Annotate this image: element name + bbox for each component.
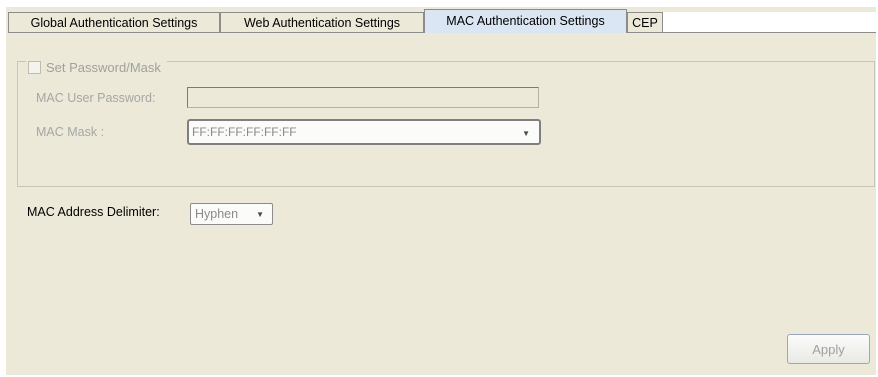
tab-cep[interactable]: CEP — [627, 12, 663, 32]
tab-mac-authentication-settings[interactable]: MAC Authentication Settings — [424, 9, 627, 33]
delimiter-value: Hyphen — [195, 207, 239, 221]
mac-mask-label: MAC Mask : — [36, 125, 105, 139]
set-password-mask-checkbox-row[interactable]: Set Password/Mask — [26, 59, 167, 75]
mac-address-delimiter-label: MAC Address Delimiter: — [27, 205, 160, 219]
tab-global-authentication-settings[interactable]: Global Authentication Settings — [8, 12, 220, 32]
mac-user-password-label: MAC User Password: — [36, 91, 156, 105]
chevron-down-icon: ▼ — [522, 129, 530, 138]
set-password-mask-checkbox[interactable] — [28, 60, 41, 74]
set-password-mask-label: Set Password/Mask — [46, 59, 161, 75]
tab-web-authentication-settings[interactable]: Web Authentication Settings — [220, 12, 424, 32]
mac-user-password-input[interactable] — [187, 87, 539, 108]
mac-mask-select[interactable]: FF:FF:FF:FF:FF:FF ▼ — [187, 119, 541, 145]
mac-address-delimiter-select[interactable]: Hyphen ▼ — [190, 203, 273, 225]
chevron-down-icon: ▼ — [256, 210, 264, 219]
tab-strip: Global Authentication Settings Web Authe… — [8, 9, 876, 33]
tab-strip-filler — [663, 12, 876, 32]
apply-button[interactable]: Apply — [787, 334, 870, 364]
mac-mask-value: FF:FF:FF:FF:FF:FF — [192, 125, 297, 139]
